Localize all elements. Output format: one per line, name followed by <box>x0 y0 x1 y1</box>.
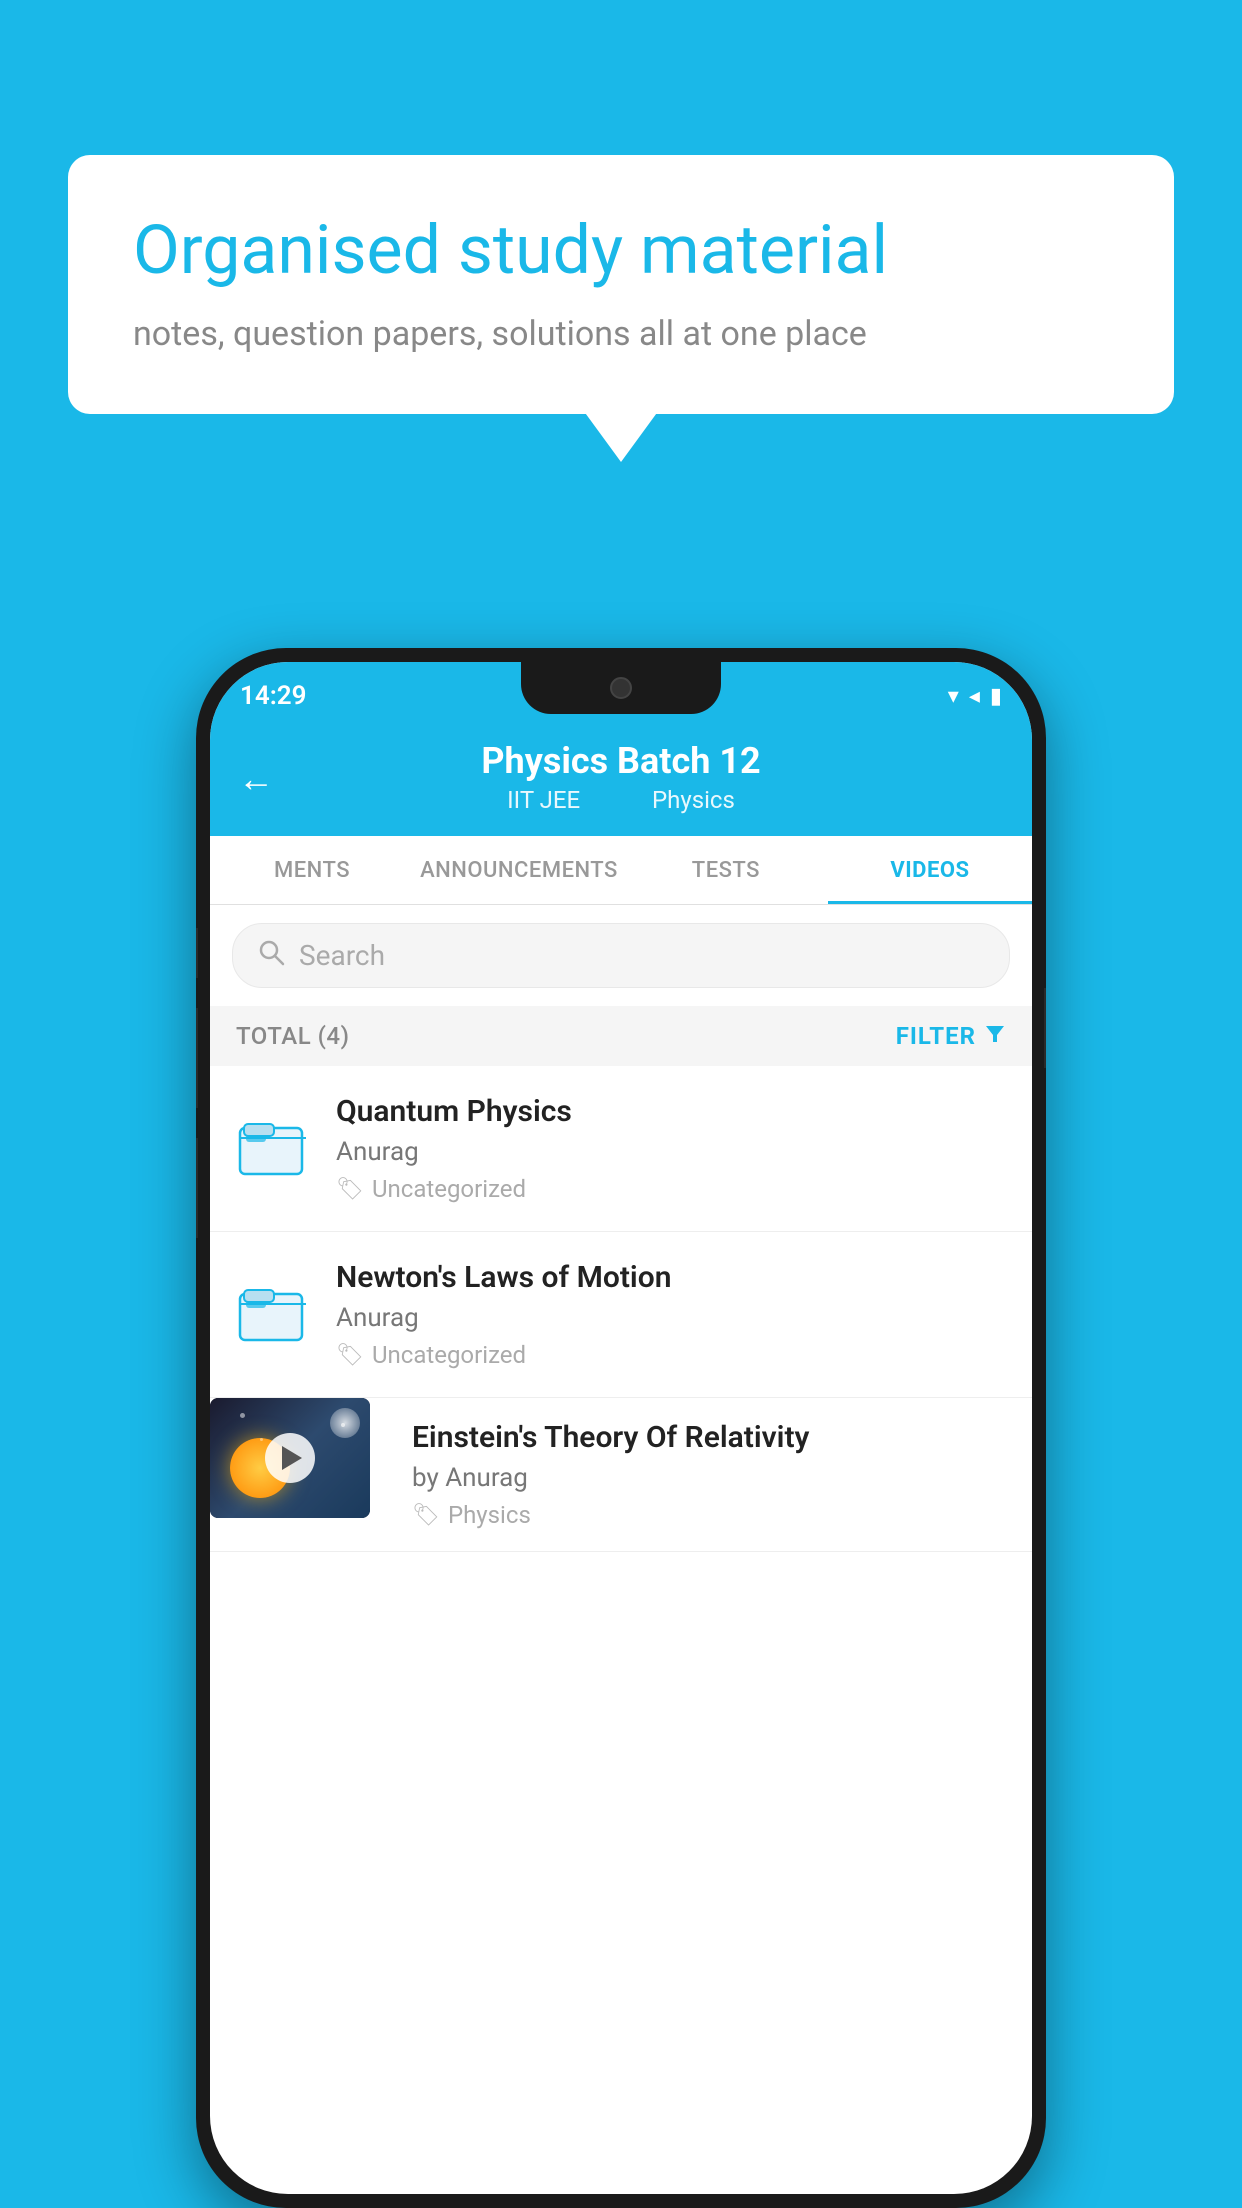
tab-announcements[interactable]: ANNOUNCEMENTS <box>414 836 624 904</box>
folder-icon-container <box>234 1276 312 1354</box>
video-title: Newton's Laws of Motion <box>336 1260 1008 1295</box>
back-button[interactable]: ← <box>238 758 274 800</box>
list-item[interactable]: Newton's Laws of Motion Anurag 🏷 Uncateg… <box>210 1232 1032 1398</box>
header-title: Physics Batch 12 <box>238 740 1004 782</box>
wifi-icon: ▾ <box>948 684 959 709</box>
filter-row: TOTAL (4) FILTER <box>210 1006 1032 1066</box>
play-triangle-icon <box>282 1446 302 1470</box>
volume-down-button <box>196 1138 198 1238</box>
tab-videos[interactable]: VIDEOS <box>828 836 1032 904</box>
video-item-info: Newton's Laws of Motion Anurag 🏷 Uncateg… <box>336 1260 1008 1369</box>
video-author: Anurag <box>336 1137 1008 1167</box>
list-item[interactable]: Einstein's Theory Of Relativity by Anura… <box>210 1398 1032 1552</box>
tag-label: Uncategorized <box>372 1341 526 1369</box>
tag-label: Uncategorized <box>372 1175 526 1203</box>
mute-button <box>196 928 198 978</box>
folder-icon <box>238 1280 308 1350</box>
phone-frame: 14:29 ▾ ◂ ▮ ← Physics Batch 12 IIT JEE P… <box>196 648 1046 2208</box>
search-container: Search <box>210 905 1032 1006</box>
space-stars <box>330 1408 360 1438</box>
video-title: Quantum Physics <box>336 1094 1008 1129</box>
total-count: TOTAL (4) <box>236 1022 349 1050</box>
video-tag: 🏷 Uncategorized <box>336 1175 1008 1203</box>
filter-label: FILTER <box>896 1022 976 1050</box>
tag-icon: 🏷 <box>336 1343 364 1368</box>
folder-icon-container <box>234 1110 312 1188</box>
video-thumbnail <box>210 1398 370 1518</box>
video-author: by Anurag <box>412 1463 1014 1493</box>
front-camera <box>610 677 632 699</box>
phone-notch <box>521 662 721 714</box>
search-icon <box>257 938 285 973</box>
tab-documents[interactable]: MENTS <box>210 836 414 904</box>
status-icons: ▾ ◂ ▮ <box>948 684 1002 709</box>
video-title: Einstein's Theory Of Relativity <box>412 1420 1014 1455</box>
video-list: Quantum Physics Anurag 🏷 Uncategorized <box>210 1066 1032 1552</box>
phone-screen: 14:29 ▾ ◂ ▮ ← Physics Batch 12 IIT JEE P… <box>210 662 1032 2194</box>
signal-icon: ◂ <box>969 684 980 709</box>
filter-button[interactable]: FILTER <box>896 1022 1006 1050</box>
header-subtitle-separator <box>610 786 628 814</box>
video-item-info: Quantum Physics Anurag 🏷 Uncategorized <box>336 1094 1008 1203</box>
header-subtitle-physics: Physics <box>652 786 735 814</box>
tab-tests[interactable]: TESTS <box>624 836 828 904</box>
bubble-title: Organised study material <box>133 210 1109 292</box>
folder-icon <box>238 1114 308 1184</box>
video-tag: 🏷 Physics <box>412 1501 1014 1529</box>
video-author: Anurag <box>336 1303 1008 1333</box>
list-item[interactable]: Quantum Physics Anurag 🏷 Uncategorized <box>210 1066 1032 1232</box>
speech-bubble-section: Organised study material notes, question… <box>68 155 1174 414</box>
filter-icon <box>984 1022 1006 1050</box>
bubble-subtitle: notes, question papers, solutions all at… <box>133 314 1109 354</box>
tag-icon: 🏷 <box>336 1177 364 1202</box>
play-button[interactable] <box>265 1433 315 1483</box>
video-item-info: Einstein's Theory Of Relativity by Anura… <box>394 1398 1032 1551</box>
tag-icon: 🏷 <box>412 1503 440 1528</box>
status-time: 14:29 <box>240 681 307 711</box>
speech-bubble-card: Organised study material notes, question… <box>68 155 1174 414</box>
tab-bar: MENTS ANNOUNCEMENTS TESTS VIDEOS <box>210 836 1032 905</box>
header-subtitle: IIT JEE Physics <box>238 786 1004 814</box>
battery-icon: ▮ <box>990 684 1002 709</box>
header-subtitle-iitjee: IIT JEE <box>507 786 580 814</box>
volume-up-button <box>196 1008 198 1108</box>
video-tag: 🏷 Uncategorized <box>336 1341 1008 1369</box>
tag-label: Physics <box>448 1501 531 1529</box>
power-button <box>1044 988 1046 1068</box>
search-bar[interactable]: Search <box>232 923 1010 988</box>
app-header: ← Physics Batch 12 IIT JEE Physics <box>210 722 1032 836</box>
search-input[interactable]: Search <box>299 939 385 972</box>
